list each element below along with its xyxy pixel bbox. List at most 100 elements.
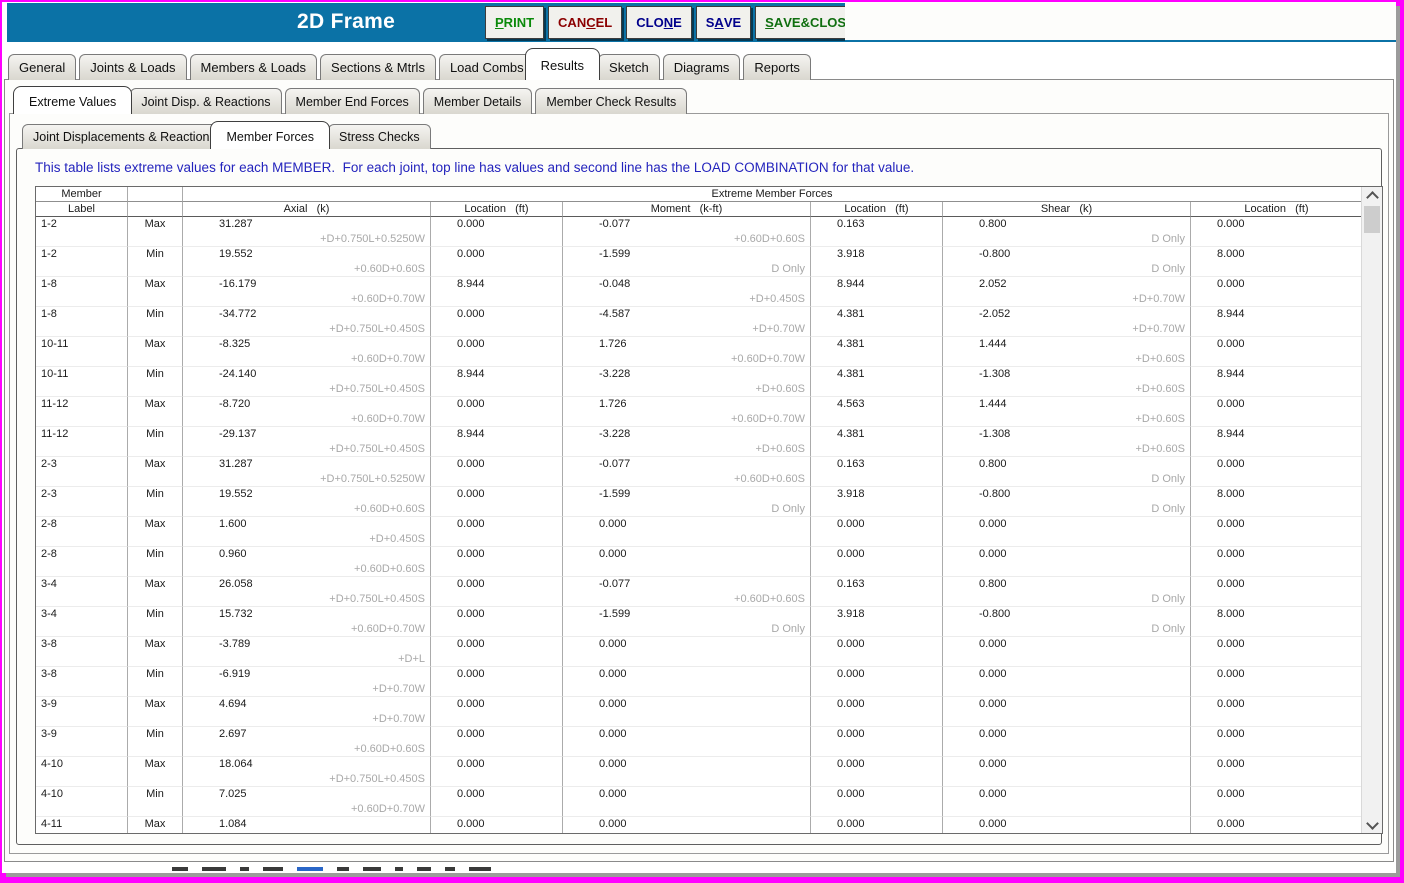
cell-combo-spacer: [811, 322, 943, 337]
cell-combo-spacer: [128, 532, 183, 547]
cell-max-min: Min: [128, 307, 183, 322]
cell-shear-value: 1.444: [943, 337, 1191, 352]
print-button[interactable]: PRINT: [485, 6, 545, 39]
tab-diagrams[interactable]: Diagrams: [662, 54, 741, 80]
cell-combo-spacer: [431, 322, 563, 337]
tab3-stress-checks[interactable]: Stress Checks: [328, 124, 431, 149]
cell-shear-location: 8.000: [1217, 248, 1245, 260]
tab-general[interactable]: General: [8, 54, 77, 80]
cell-shear-value: 0.800: [943, 457, 1191, 472]
cell-combo-spacer: [128, 772, 183, 787]
cell-member-label: 2-3: [36, 487, 128, 502]
cell-combo-spacer: [431, 622, 563, 637]
cell-max-min: Min: [128, 667, 183, 682]
scrollbar-thumb[interactable]: [1364, 206, 1380, 233]
cell-moment-combo: +D+0.60S: [563, 382, 811, 397]
cell-combo-spacer: [128, 562, 183, 577]
cell-axial-value: 1.084: [183, 817, 431, 832]
cell-axial-combo: +D+L: [183, 652, 431, 667]
cell-combo-spacer: [36, 382, 128, 397]
cell-member-label: 1-8: [36, 307, 128, 322]
cell-axial-combo: +0.60D+0.60S: [183, 562, 431, 577]
cell-shear-combo: D Only: [943, 502, 1191, 517]
tab-load-combs[interactable]: Load Combs: [438, 54, 535, 80]
cell-axial-combo: +D+0.750L+0.450S: [183, 772, 431, 787]
cell-combo-spacer: [811, 622, 943, 637]
cancel-button[interactable]: CANCEL: [548, 6, 623, 39]
cell-moment-combo: +0.60D+0.70W: [563, 412, 811, 427]
cell-max-min: Max: [128, 457, 183, 472]
cell-max-min: Max: [128, 757, 183, 772]
subtab-member-end-forces[interactable]: Member End Forces: [284, 88, 420, 114]
clone-button[interactable]: CLONE: [626, 6, 692, 39]
cell-axial-value: -8.720: [183, 397, 431, 412]
cell-moment-location: 0.000: [811, 817, 943, 832]
tab-sections-mtrls[interactable]: Sections & Mtrls: [320, 54, 436, 80]
cell-combo-spacer: [1191, 322, 1362, 337]
tab3-joint-displacements-reaction[interactable]: Joint Displacements & Reaction: [22, 124, 221, 149]
cell-max-min: Min: [128, 247, 183, 262]
tab-results[interactable]: Results: [524, 48, 601, 80]
cell-combo-spacer: [811, 352, 943, 367]
tab-reports[interactable]: Reports: [743, 54, 811, 80]
cell-combo-spacer: [36, 232, 128, 247]
cell-moment-value: 0.000: [563, 697, 811, 712]
cell-member-label: 11-12: [36, 397, 128, 412]
cell-moment-location: 0.000: [811, 727, 943, 742]
cell-combo-spacer: [431, 592, 563, 607]
cell-combo-spacer: [811, 532, 943, 547]
cell-max-min: Min: [128, 787, 183, 802]
cell-shear-location: 0.000: [1217, 638, 1245, 650]
tab-sketch[interactable]: Sketch: [598, 54, 660, 80]
cell-moment-combo: [563, 532, 811, 547]
cell-combo-spacer: [431, 442, 563, 457]
cell-shear-location: 0.000: [1217, 518, 1245, 530]
cell-combo-spacer: [811, 442, 943, 457]
cell-shear-value: -0.800: [943, 247, 1191, 262]
cell-axial-value: 0.960: [183, 547, 431, 562]
cell-combo-spacer: [431, 412, 563, 427]
tab-joints-loads[interactable]: Joints & Loads: [79, 54, 187, 80]
subtab-member-check-results[interactable]: Member Check Results: [535, 88, 688, 114]
cell-axial-combo: +0.60D+0.60S: [183, 742, 431, 757]
cell-axial-location: 0.000: [431, 787, 563, 802]
cell-axial-combo: +D+0.450S: [183, 532, 431, 547]
vertical-scrollbar[interactable]: [1361, 187, 1382, 833]
subtab-extreme-values[interactable]: Extreme Values: [13, 86, 133, 114]
cell-combo-spacer: [1191, 382, 1362, 397]
cell-shear-location: 0.000: [1217, 218, 1245, 230]
extreme-member-forces-table: Member Extreme Member Forces Label Axial (k…: [35, 186, 1383, 834]
cell-moment-location: 8.944: [811, 277, 943, 292]
cell-combo-spacer: [811, 232, 943, 247]
cell-axial-combo: +D+0.750L+0.5250W: [183, 472, 431, 487]
cell-axial-combo: [183, 832, 431, 833]
cell-moment-combo: [563, 742, 811, 757]
scroll-down-arrow-icon[interactable]: [1362, 816, 1382, 833]
cell-moment-combo: +0.60D+0.70W: [563, 352, 811, 367]
table-description: This table lists extreme values for each…: [35, 160, 915, 175]
subtab-joint-disp-reactions[interactable]: Joint Disp. & Reactions: [130, 88, 282, 114]
subtab-member-details[interactable]: Member Details: [422, 88, 533, 114]
cell-combo-spacer: [431, 262, 563, 277]
cell-combo-spacer: [431, 472, 563, 487]
cell-shear-value: 0.800: [943, 577, 1191, 592]
cell-combo-spacer: [128, 412, 183, 427]
cell-moment-value: 0.000: [563, 667, 811, 682]
cell-combo-spacer: [431, 532, 563, 547]
cell-moment-value: 0.000: [563, 517, 811, 532]
scroll-up-arrow-icon[interactable]: [1362, 187, 1382, 204]
cell-member-label: 11-12: [36, 427, 128, 442]
header-location-axial: Location (ft): [431, 202, 563, 217]
cell-moment-value: -3.228: [563, 367, 811, 382]
cell-combo-spacer: [1191, 442, 1362, 457]
tab-members-loads[interactable]: Members & Loads: [189, 54, 318, 80]
cell-combo-spacer: [36, 262, 128, 277]
tab3-member-forces[interactable]: Member Forces: [210, 121, 331, 149]
cell-member-label: 4-10: [36, 787, 128, 802]
cell-combo-spacer: [128, 832, 183, 833]
save-button[interactable]: SAVE: [695, 6, 752, 39]
cell-shear-combo: [943, 682, 1191, 697]
cell-axial-combo: +0.60D+0.70W: [183, 292, 431, 307]
cell-axial-value: -16.179: [183, 277, 431, 292]
cell-shear-combo: +D+0.70W: [943, 292, 1191, 307]
